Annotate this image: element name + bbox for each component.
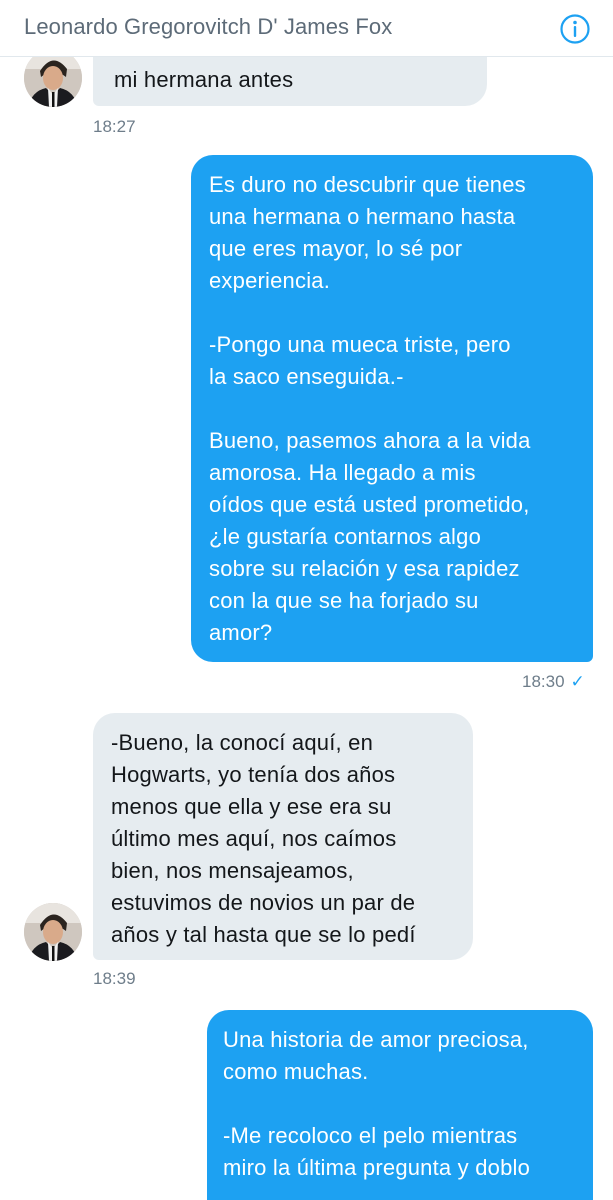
- timestamp-text: 18:30: [522, 672, 565, 691]
- avatar[interactable]: [24, 49, 82, 107]
- profile-photo: [24, 49, 82, 107]
- message-timestamp: 18:27: [93, 117, 136, 136]
- info-button[interactable]: [559, 13, 591, 45]
- message-paragraph: -Pongo una mueca triste, pero la saco en…: [209, 332, 511, 389]
- message-timestamp: 18:39: [93, 969, 136, 988]
- incoming-message[interactable]: -Bueno, la conocí aquí, en Hogwarts, yo …: [93, 713, 473, 960]
- message-paragraph: -Me recoloco el pelo mientras miro la úl…: [223, 1123, 531, 1180]
- checkmark-icon: ✓: [570, 672, 585, 691]
- message-paragraph: Es duro no descubrir que tienes una herm…: [209, 172, 526, 293]
- avatar[interactable]: [24, 903, 82, 961]
- outgoing-message[interactable]: Una historia de amor preciosa, como much…: [207, 1010, 593, 1200]
- message-text: mi hermana antes: [114, 67, 294, 92]
- info-icon: [560, 14, 590, 44]
- message-thread[interactable]: mi hermana antes 18:27 Es duro no descub…: [0, 0, 613, 1200]
- profile-photo: [24, 903, 82, 961]
- message-timestamp: 18:30 ✓: [522, 672, 585, 692]
- outgoing-message[interactable]: Es duro no descubrir que tienes una herm…: [191, 155, 593, 662]
- conversation-title[interactable]: Leonardo Gregorovitch D' James Fox: [24, 14, 392, 40]
- message-paragraph: Una historia de amor preciosa, como much…: [223, 1027, 529, 1084]
- message-text: -Bueno, la conocí aquí, en Hogwarts, yo …: [111, 730, 416, 947]
- message-paragraph: Bueno, pasemos ahora a la vida amorosa. …: [209, 428, 531, 645]
- conversation-header: Leonardo Gregorovitch D' James Fox: [0, 0, 613, 57]
